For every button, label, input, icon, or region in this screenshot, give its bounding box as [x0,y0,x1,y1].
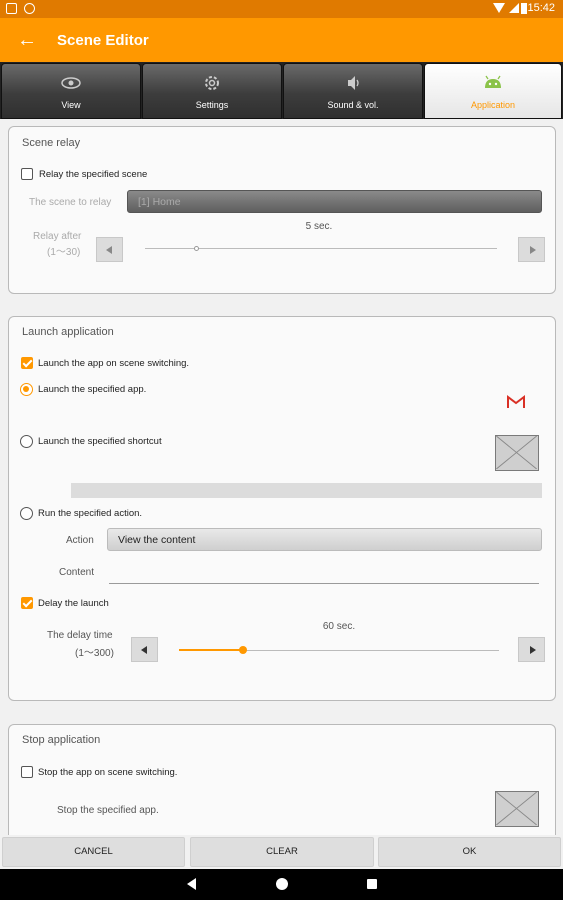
launch-specified-app-label: Launch the specified app. [38,384,147,395]
stop-app-label: Stop the app on scene switching. [38,767,178,778]
action-select[interactable]: View the content [107,528,542,551]
delay-slider-fill [179,649,243,651]
run-action-radio[interactable] [20,507,33,520]
delay-increment-button[interactable] [518,637,545,662]
tab-sound-label: Sound & vol. [327,100,379,110]
stop-app-image-placeholder[interactable] [495,791,539,827]
launch-app-card: Launch application Launch the app on sce… [8,316,556,701]
cancel-button[interactable]: CANCEL [2,837,185,867]
action-label: Action [66,535,94,546]
page-title: Scene Editor [57,32,149,49]
scene-relay-card: Scene relay Relay the specified scene Th… [8,126,556,294]
wifi-icon [493,3,505,13]
nav-recents-icon[interactable] [367,879,377,889]
scene-to-relay-label: The scene to relay [29,197,112,208]
relay-decrement-button[interactable] [96,237,123,262]
action-select-value: View the content [118,534,196,546]
shortcut-image-placeholder[interactable] [495,435,539,471]
gear-icon [205,76,219,90]
image-placeholder-icon [496,436,537,470]
system-nav-bar [0,869,563,900]
relay-after-range: (1〜30) [47,247,81,258]
delay-launch-label: Delay the launch [38,598,109,609]
relay-slider-thumb[interactable] [194,246,200,251]
content-input-underline [109,583,539,584]
relay-after-label: Relay after [33,231,82,242]
scene-select[interactable]: [1] Home [127,190,542,213]
delay-launch-checkbox[interactable] [21,597,33,609]
gmail-icon[interactable] [507,395,525,409]
delay-time-range: (1〜300) [75,648,114,659]
tab-sound[interactable]: Sound & vol. [283,63,423,119]
bottom-button-bar: CANCEL CLEAR OK [0,835,563,869]
tab-application[interactable]: Application [424,63,562,119]
eye-icon [61,77,81,89]
android-icon [485,75,501,88]
delay-slider-thumb[interactable] [239,646,247,654]
content-label: Content [59,567,95,578]
stop-app-title: Stop application [22,734,101,746]
scene-relay-title: Scene relay [22,137,81,149]
delay-decrement-button[interactable] [131,637,158,662]
launch-app-label: Launch the app on scene switching. [38,358,190,369]
back-arrow-icon[interactable]: ← [14,27,40,53]
delay-value: 60 sec. [322,621,356,632]
stop-specified-app-label: Stop the specified app. [57,805,159,816]
stop-app-checkbox[interactable] [21,766,33,778]
relay-scene-label: Relay the specified scene [39,169,148,180]
relay-increment-button[interactable] [518,237,545,262]
clear-button[interactable]: CLEAR [190,837,374,867]
relay-after-value: 5 sec. [305,221,333,232]
launch-specified-app-radio[interactable] [20,383,33,396]
scene-select-value: [1] Home [138,196,181,208]
notification-icon [6,3,17,14]
tab-bar: View Settings Sound & vol. Application [0,62,563,119]
run-action-label: Run the specified action. [38,508,143,519]
launch-app-checkbox[interactable] [21,357,33,369]
tab-settings-label: Settings [195,100,229,110]
relay-scene-checkbox[interactable] [21,168,33,180]
status-bar: 15:42 [0,0,563,18]
shortcut-name-bar [71,483,542,498]
app-bar: ← Scene Editor [0,18,563,62]
delay-time-label: The delay time [47,630,113,641]
battery-icon [521,3,527,14]
launch-shortcut-label: Launch the specified shortcut [38,436,162,447]
nav-home-icon[interactable] [276,878,288,890]
tab-view-label: View [61,100,81,110]
tab-view[interactable]: View [1,63,141,119]
signal-icon [509,3,519,13]
nav-back-icon[interactable] [187,878,196,890]
status-time: 15:42 [527,2,555,14]
scroll-content[interactable]: Scene relay Relay the specified scene Th… [0,119,563,835]
launch-shortcut-radio[interactable] [20,435,33,448]
launch-app-title: Launch application [22,326,114,338]
tab-settings[interactable]: Settings [142,63,282,119]
stop-app-card: Stop application Stop the app on scene s… [8,724,556,835]
speaker-icon [348,76,359,90]
ok-button[interactable]: OK [378,837,561,867]
tab-application-label: Application [470,100,516,110]
sync-icon [24,3,35,14]
image-placeholder-icon [496,792,537,826]
